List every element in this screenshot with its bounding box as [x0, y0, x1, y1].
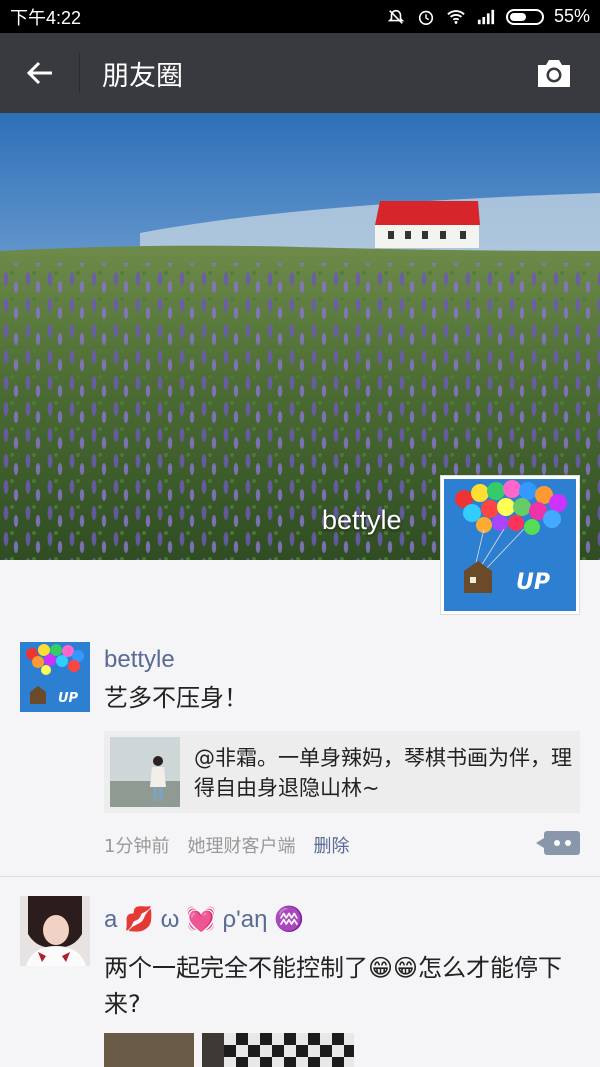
- svg-text:UP: UP: [58, 691, 79, 706]
- chess-square: [272, 1057, 284, 1067]
- chess-square: [236, 1033, 248, 1045]
- back-button[interactable]: [0, 53, 80, 93]
- delete-button[interactable]: 删除: [313, 832, 349, 858]
- comment-more-button[interactable]: [536, 831, 580, 855]
- battery-percent: 55%: [553, 6, 590, 26]
- battery-icon: [505, 8, 544, 25]
- mute-icon: [387, 9, 405, 24]
- chess-square: [248, 1057, 260, 1067]
- chess-square: [224, 1045, 236, 1057]
- chess-square: [344, 1045, 354, 1057]
- chess-square: [308, 1033, 320, 1045]
- post-divider: [0, 876, 600, 877]
- post-meta: 1分钟前 她理财客户端 删除: [104, 832, 349, 858]
- shared-link-text: @非霜。一单身辣妈，琴棋书画为伴，理得自由身退隐山林~: [194, 746, 572, 800]
- post-text: 两个一起完全不能控制了😁😁怎么才能停下来?: [104, 954, 563, 1018]
- chessboard-photo: [104, 1033, 354, 1067]
- chess-square: [320, 1057, 332, 1067]
- nav-bar: 朋友圈: [0, 33, 600, 113]
- chess-square: [296, 1033, 308, 1045]
- chess-square: [332, 1033, 344, 1045]
- camera-icon: [538, 60, 570, 87]
- chess-square: [260, 1057, 272, 1067]
- cover-user-name[interactable]: bettyle: [322, 505, 402, 536]
- chess-square: [332, 1045, 344, 1057]
- chess-square: [308, 1057, 320, 1067]
- arrow-left-icon: [26, 61, 52, 85]
- chess-square: [236, 1045, 248, 1057]
- chess-square: [344, 1033, 354, 1045]
- chess-square: [248, 1045, 260, 1057]
- chess-square: [332, 1057, 344, 1067]
- photo-thumbnail: [110, 737, 180, 807]
- chess-square: [344, 1057, 354, 1067]
- chess-square: [296, 1045, 308, 1057]
- signal-icon: [477, 9, 495, 24]
- chess-square: [320, 1033, 332, 1045]
- post-avatar[interactable]: UP: [20, 642, 90, 712]
- camera-button[interactable]: [524, 33, 584, 113]
- chess-square: [272, 1045, 284, 1057]
- alarm-icon: [418, 10, 434, 25]
- shared-link-card[interactable]: @非霜。一单身辣妈，琴棋书画为伴，理得自由身退隐山林~: [104, 731, 580, 813]
- post-avatar[interactable]: [20, 896, 90, 966]
- post-author[interactable]: a 💋 ω 💓 ρ'aη ♒: [104, 905, 304, 934]
- chess-square: [224, 1033, 236, 1045]
- wifi-icon: [447, 9, 465, 24]
- chess-square: [260, 1033, 272, 1045]
- user-photo-avatar: [20, 896, 90, 966]
- balloon-house-image: UP: [444, 479, 576, 611]
- page-title: 朋友圈: [102, 60, 183, 92]
- svg-text:UP: UP: [516, 570, 550, 595]
- post-image[interactable]: [104, 1033, 354, 1067]
- post-time: 1分钟前: [104, 836, 170, 857]
- post-source: 她理财客户端: [187, 836, 296, 857]
- chess-square: [272, 1033, 284, 1045]
- post-author[interactable]: bettyle: [104, 646, 175, 674]
- chess-square: [284, 1033, 296, 1045]
- post-text: 艺多不压身！: [104, 684, 248, 712]
- chess-square: [320, 1045, 332, 1057]
- status-time: 下午4:22: [10, 7, 82, 28]
- chess-square: [284, 1045, 296, 1057]
- cover-avatar[interactable]: UP: [440, 475, 580, 615]
- chess-square: [224, 1057, 236, 1067]
- chess-square: [284, 1057, 296, 1067]
- chess-square: [248, 1033, 260, 1045]
- chess-square: [260, 1045, 272, 1057]
- status-icons: 55%: [386, 6, 590, 27]
- balloon-house-avatar: UP: [20, 642, 90, 712]
- chess-square: [296, 1057, 308, 1067]
- status-bar: 下午4:22 55%: [0, 0, 600, 33]
- chess-square: [308, 1045, 320, 1057]
- shared-link-thumbnail: [110, 737, 180, 807]
- chess-square: [236, 1057, 248, 1067]
- more-dots-icon: [554, 840, 560, 846]
